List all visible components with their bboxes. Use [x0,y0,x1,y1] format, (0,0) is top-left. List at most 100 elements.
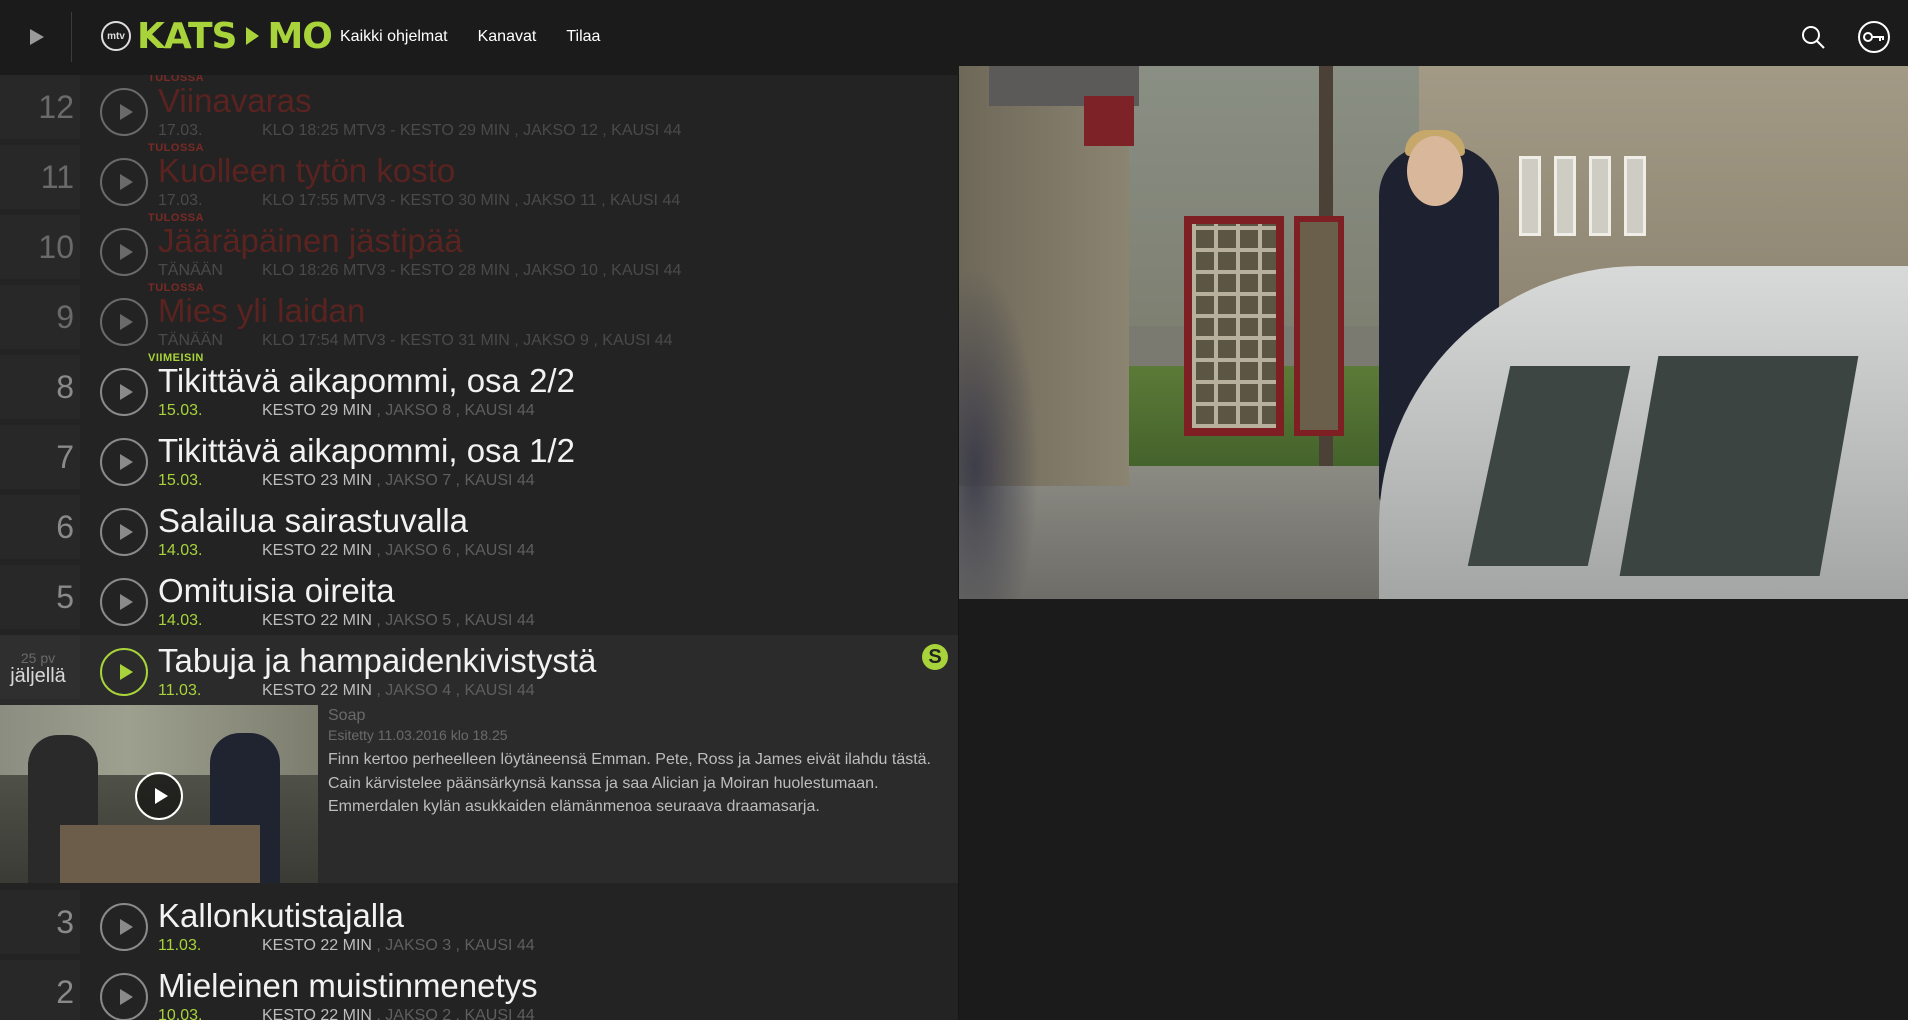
nav-all-programs[interactable]: Kaikki ohjelmat [340,28,448,46]
episode-info: KESTO 22 MIN , JAKSO 4 , KAUSI 44 [262,682,535,700]
episode-row[interactable]: 3 Kallonkutistajalla 11.03. KESTO 22 MIN… [0,890,958,960]
play-button[interactable] [100,648,148,696]
episode-row-selected[interactable]: 25 pv jäljellä Tabuja ja hampaidenkivist… [0,635,958,705]
episode-number: 12 [0,75,80,139]
logo-wordmark: KATS MO [137,15,333,57]
nav-subscribe[interactable]: Tilaa [566,28,600,46]
episode-title[interactable]: Salailua sairastuvalla [158,502,468,540]
play-icon [119,919,133,935]
nav-channels[interactable]: Kanavat [478,28,537,46]
play-icon [119,594,133,610]
episode-row[interactable]: 5 Omituisia oireita 14.03. KESTO 22 MIN … [0,565,958,635]
episode-number: 6 [0,495,80,559]
play-icon [119,104,133,120]
video-scene [1554,156,1576,236]
video-scene [1184,216,1284,436]
play-button[interactable] [100,368,148,416]
episode-date: TÄNÄÄN [158,262,223,279]
key-icon[interactable] [1857,20,1891,54]
episode-info: KLO 18:26 MTV3 - KESTO 28 MIN , JAKSO 10… [262,262,682,279]
episode-title[interactable]: Tabuja ja hampaidenkivistystä [158,642,596,680]
play-button[interactable] [100,903,148,951]
episode-number: 7 [0,425,80,489]
episode-duration: KESTO 22 MIN [262,1007,372,1020]
play-icon [119,989,133,1005]
play-icon[interactable] [24,22,50,52]
episode-title[interactable]: Kuolleen tytön kosto [158,152,455,190]
play-button[interactable] [100,158,148,206]
play-icon [119,314,133,330]
play-button[interactable] [100,578,148,626]
episode-date: 17.03. [158,192,203,209]
episode-title[interactable]: Tikittävä aikapommi, osa 1/2 [158,432,575,470]
episode-title[interactable]: Mieleinen muistinmenetys [158,967,538,1005]
video-player[interactable] [959,66,1908,599]
episode-number: 2 [0,960,80,1020]
days-remaining: 25 pv jäljellä [0,635,80,699]
play-button[interactable] [100,298,148,346]
episode-row[interactable]: 7 Tikittävä aikapommi, osa 1/2 15.03. KE… [0,425,958,495]
thumbnail-play-button[interactable] [135,772,183,820]
episode-info: KLO 17:54 MTV3 - KESTO 31 MIN , JAKSO 9 … [262,332,673,349]
episode-date: 17.03. [158,122,203,139]
video-scene [1624,156,1646,236]
main-nav: Kaikki ohjelmat Kanavat Tilaa [340,28,600,46]
play-button[interactable] [100,228,148,276]
episode-info: KESTO 23 MIN , JAKSO 7 , KAUSI 44 [262,472,535,490]
episode-info: KESTO 29 MIN , JAKSO 8 , KAUSI 44 [262,402,535,420]
episode-row[interactable]: 11 TULOSSA Kuolleen tytön kosto 17.03. K… [0,142,958,215]
play-icon [119,664,133,680]
episode-duration: KESTO 22 MIN [262,937,372,954]
episode-info: KESTO 22 MIN , JAKSO 2 , KAUSI 44 [262,1007,535,1020]
play-icon [119,524,133,540]
episode-info: KLO 18:25 MTV3 - KESTO 29 MIN , JAKSO 12… [262,122,682,139]
episode-season-info: , JAKSO 5 , KAUSI 44 [371,612,535,629]
play-icon [119,384,133,400]
logo-play-icon [246,27,260,45]
episode-title[interactable]: Mies yli laidan [158,292,365,330]
episode-info: KESTO 22 MIN , JAKSO 6 , KAUSI 44 [262,542,535,560]
episode-duration: KESTO 22 MIN [262,612,372,629]
play-icon [119,454,133,470]
logo-right-text: MO [267,15,332,57]
episode-title[interactable]: Kallonkutistajalla [158,897,404,935]
episode-row[interactable]: 8 VIIMEISIN Tikittävä aikapommi, osa 2/2… [0,352,958,425]
episode-row[interactable]: 9 TULOSSA Mies yli laidan TÄNÄÄN KLO 17:… [0,282,958,355]
play-icon [119,174,133,190]
video-scene [1619,356,1859,576]
episode-row[interactable]: 10 TULOSSA Jääräpäinen jästipää TÄNÄÄN K… [0,212,958,285]
episode-season-info: , JAKSO 6 , KAUSI 44 [371,542,535,559]
episode-title[interactable]: Tikittävä aikapommi, osa 2/2 [158,362,575,400]
episode-row[interactable]: 12 TULOSSA Viinavaras 17.03. KLO 18:25 M… [0,75,958,145]
episode-title[interactable]: Omituisia oireita [158,572,395,610]
episode-season-info: , JAKSO 3 , KAUSI 44 [371,937,535,954]
video-scene [1294,216,1344,436]
katsomo-logo[interactable]: mtv KATS MO [101,15,333,57]
episode-info: KESTO 22 MIN , JAKSO 3 , KAUSI 44 [262,937,535,955]
episode-duration: KESTO 29 MIN [262,402,372,419]
episode-title[interactable]: Jääräpäinen jästipää [158,222,463,260]
episode-row[interactable]: 6 Salailua sairastuvalla 14.03. KESTO 22… [0,495,958,565]
episode-number: 5 [0,565,80,629]
episode-date: 11.03. [158,937,202,954]
episode-thumbnail[interactable] [0,705,318,883]
episode-number: 3 [0,890,80,954]
play-button[interactable] [100,88,148,136]
empty-area [959,599,1908,1020]
episode-row[interactable]: 2 Mieleinen muistinmenetys 10.03. KESTO … [0,960,958,1020]
search-icon[interactable] [1796,20,1830,54]
play-button[interactable] [100,438,148,486]
play-icon [154,788,168,804]
video-scene [1407,136,1463,206]
episode-title[interactable]: Viinavaras [158,82,311,120]
episode-duration: KESTO 23 MIN [262,472,372,489]
remaining-label: jäljellä [10,665,66,687]
video-scene [1589,156,1611,236]
episode-info: KESTO 22 MIN , JAKSO 5 , KAUSI 44 [262,612,535,630]
subtitle-badge-icon: S [922,644,948,670]
episode-number: 9 [0,285,80,349]
top-bar: mtv KATS MO Kaikki ohjelmat Kanavat Tila… [0,0,1908,75]
episode-season-info: , JAKSO 4 , KAUSI 44 [371,682,535,699]
play-button[interactable] [100,508,148,556]
play-button[interactable] [100,973,148,1020]
